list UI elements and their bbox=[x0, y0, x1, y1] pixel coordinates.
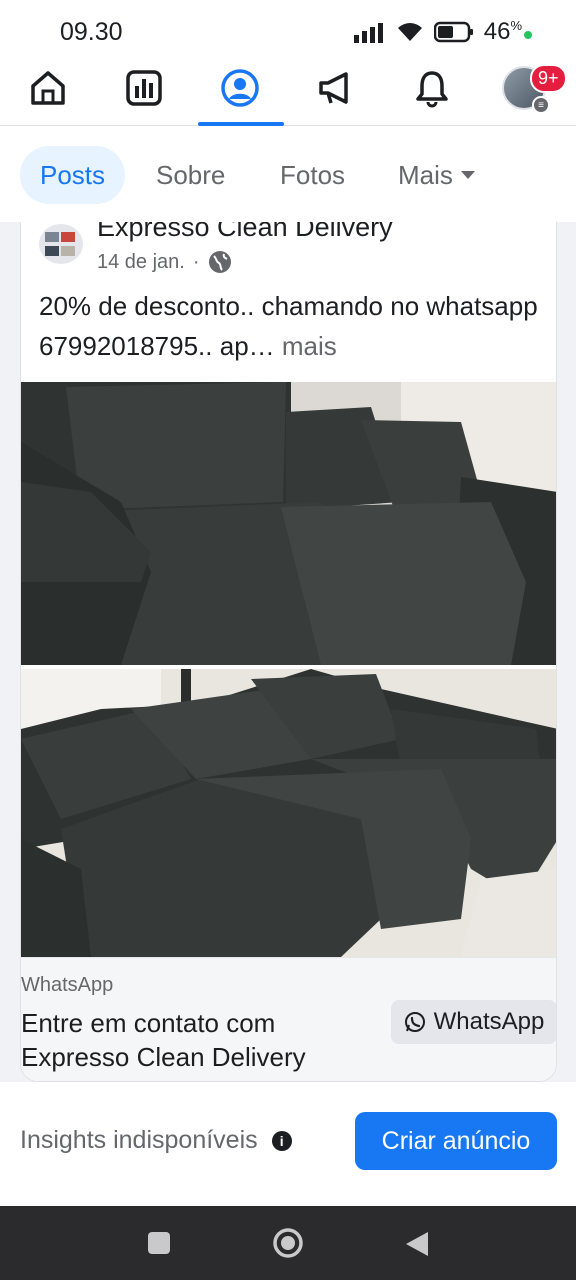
dashboard-icon[interactable] bbox=[124, 68, 164, 108]
battery-unit: % bbox=[510, 18, 522, 33]
tab-posts[interactable]: Posts bbox=[20, 146, 126, 204]
post-date[interactable]: 14 de jan. bbox=[97, 251, 185, 274]
avatar-thumb bbox=[61, 246, 75, 256]
tab-fotos[interactable]: Fotos bbox=[280, 146, 345, 204]
whatsapp-button-label: WhatsApp bbox=[433, 1008, 545, 1035]
post-author[interactable]: Expresso Clean Delivery bbox=[97, 222, 393, 243]
wifi-icon bbox=[397, 23, 422, 41]
caret-down-icon bbox=[460, 171, 475, 179]
post-text: 20% de desconto.. chamando no whatsapp 6… bbox=[39, 286, 539, 366]
see-more-link[interactable]: mais bbox=[282, 331, 337, 361]
status-bar: 09.30 46% bbox=[0, 0, 576, 62]
avatar-thumb bbox=[45, 232, 59, 242]
post-meta: 14 de jan. · bbox=[97, 250, 232, 274]
menu-icon: ≡ bbox=[532, 96, 550, 114]
cta-area[interactable]: WhatsApp Entre em contato com Expresso C… bbox=[21, 957, 556, 1081]
signal-icon bbox=[353, 23, 383, 43]
insights-label: Insights indisponíveis bbox=[20, 1126, 258, 1154]
home-button-icon[interactable] bbox=[272, 1227, 304, 1259]
avatar-thumb bbox=[45, 246, 59, 256]
cta-source: WhatsApp bbox=[21, 974, 114, 996]
insights-row: Insights indisponíveis i Criar anúncio bbox=[0, 1082, 576, 1206]
page-avatar[interactable] bbox=[39, 224, 83, 264]
battery-icon bbox=[433, 21, 473, 43]
tab-sobre-label: Sobre bbox=[156, 159, 226, 190]
info-icon[interactable]: i bbox=[271, 1130, 292, 1151]
menu-avatar[interactable]: 9+ ≡ bbox=[502, 64, 567, 114]
post-card: Expresso Clean Delivery 14 de jan. · 20%… bbox=[20, 222, 557, 1082]
insights-status: Insights indisponíveis i bbox=[20, 1126, 292, 1155]
tab-mais[interactable]: Mais bbox=[398, 146, 477, 204]
tab-fotos-label: Fotos bbox=[280, 159, 346, 190]
home-icon[interactable] bbox=[28, 68, 68, 108]
status-time: 09.30 bbox=[60, 18, 123, 46]
page-tabs: Posts Sobre Fotos Mais bbox=[0, 126, 576, 222]
whatsapp-button[interactable]: WhatsApp bbox=[391, 1000, 556, 1044]
tab-mais-label: Mais bbox=[398, 159, 453, 190]
notification-badge: 9+ bbox=[530, 64, 567, 93]
recents-icon[interactable] bbox=[146, 1230, 172, 1256]
post-photo-1[interactable] bbox=[21, 382, 556, 665]
battery-percent: 46% bbox=[484, 18, 532, 46]
meta-separator: · bbox=[192, 250, 200, 273]
bell-icon[interactable] bbox=[412, 68, 452, 108]
cta-text: Entre em contato com Expresso Clean Deli… bbox=[21, 1008, 306, 1072]
megaphone-icon[interactable] bbox=[316, 68, 356, 108]
tab-posts-label: Posts bbox=[40, 159, 106, 190]
profile-icon[interactable] bbox=[220, 68, 260, 108]
whatsapp-icon bbox=[404, 1012, 425, 1032]
battery-value: 46 bbox=[483, 18, 511, 45]
create-ad-label: Criar anúncio bbox=[381, 1126, 531, 1155]
globe-icon bbox=[208, 251, 231, 273]
top-navigation: 9+ ≡ bbox=[0, 62, 576, 126]
charging-dot bbox=[524, 31, 532, 39]
back-icon[interactable] bbox=[404, 1230, 430, 1258]
post-photo-2[interactable] bbox=[21, 669, 556, 957]
create-ad-button[interactable]: Criar anúncio bbox=[355, 1112, 557, 1170]
avatar-thumb bbox=[61, 232, 75, 242]
status-icons: 46% bbox=[353, 18, 532, 46]
system-navigation-bar bbox=[0, 1206, 576, 1280]
tab-sobre[interactable]: Sobre bbox=[156, 146, 225, 204]
